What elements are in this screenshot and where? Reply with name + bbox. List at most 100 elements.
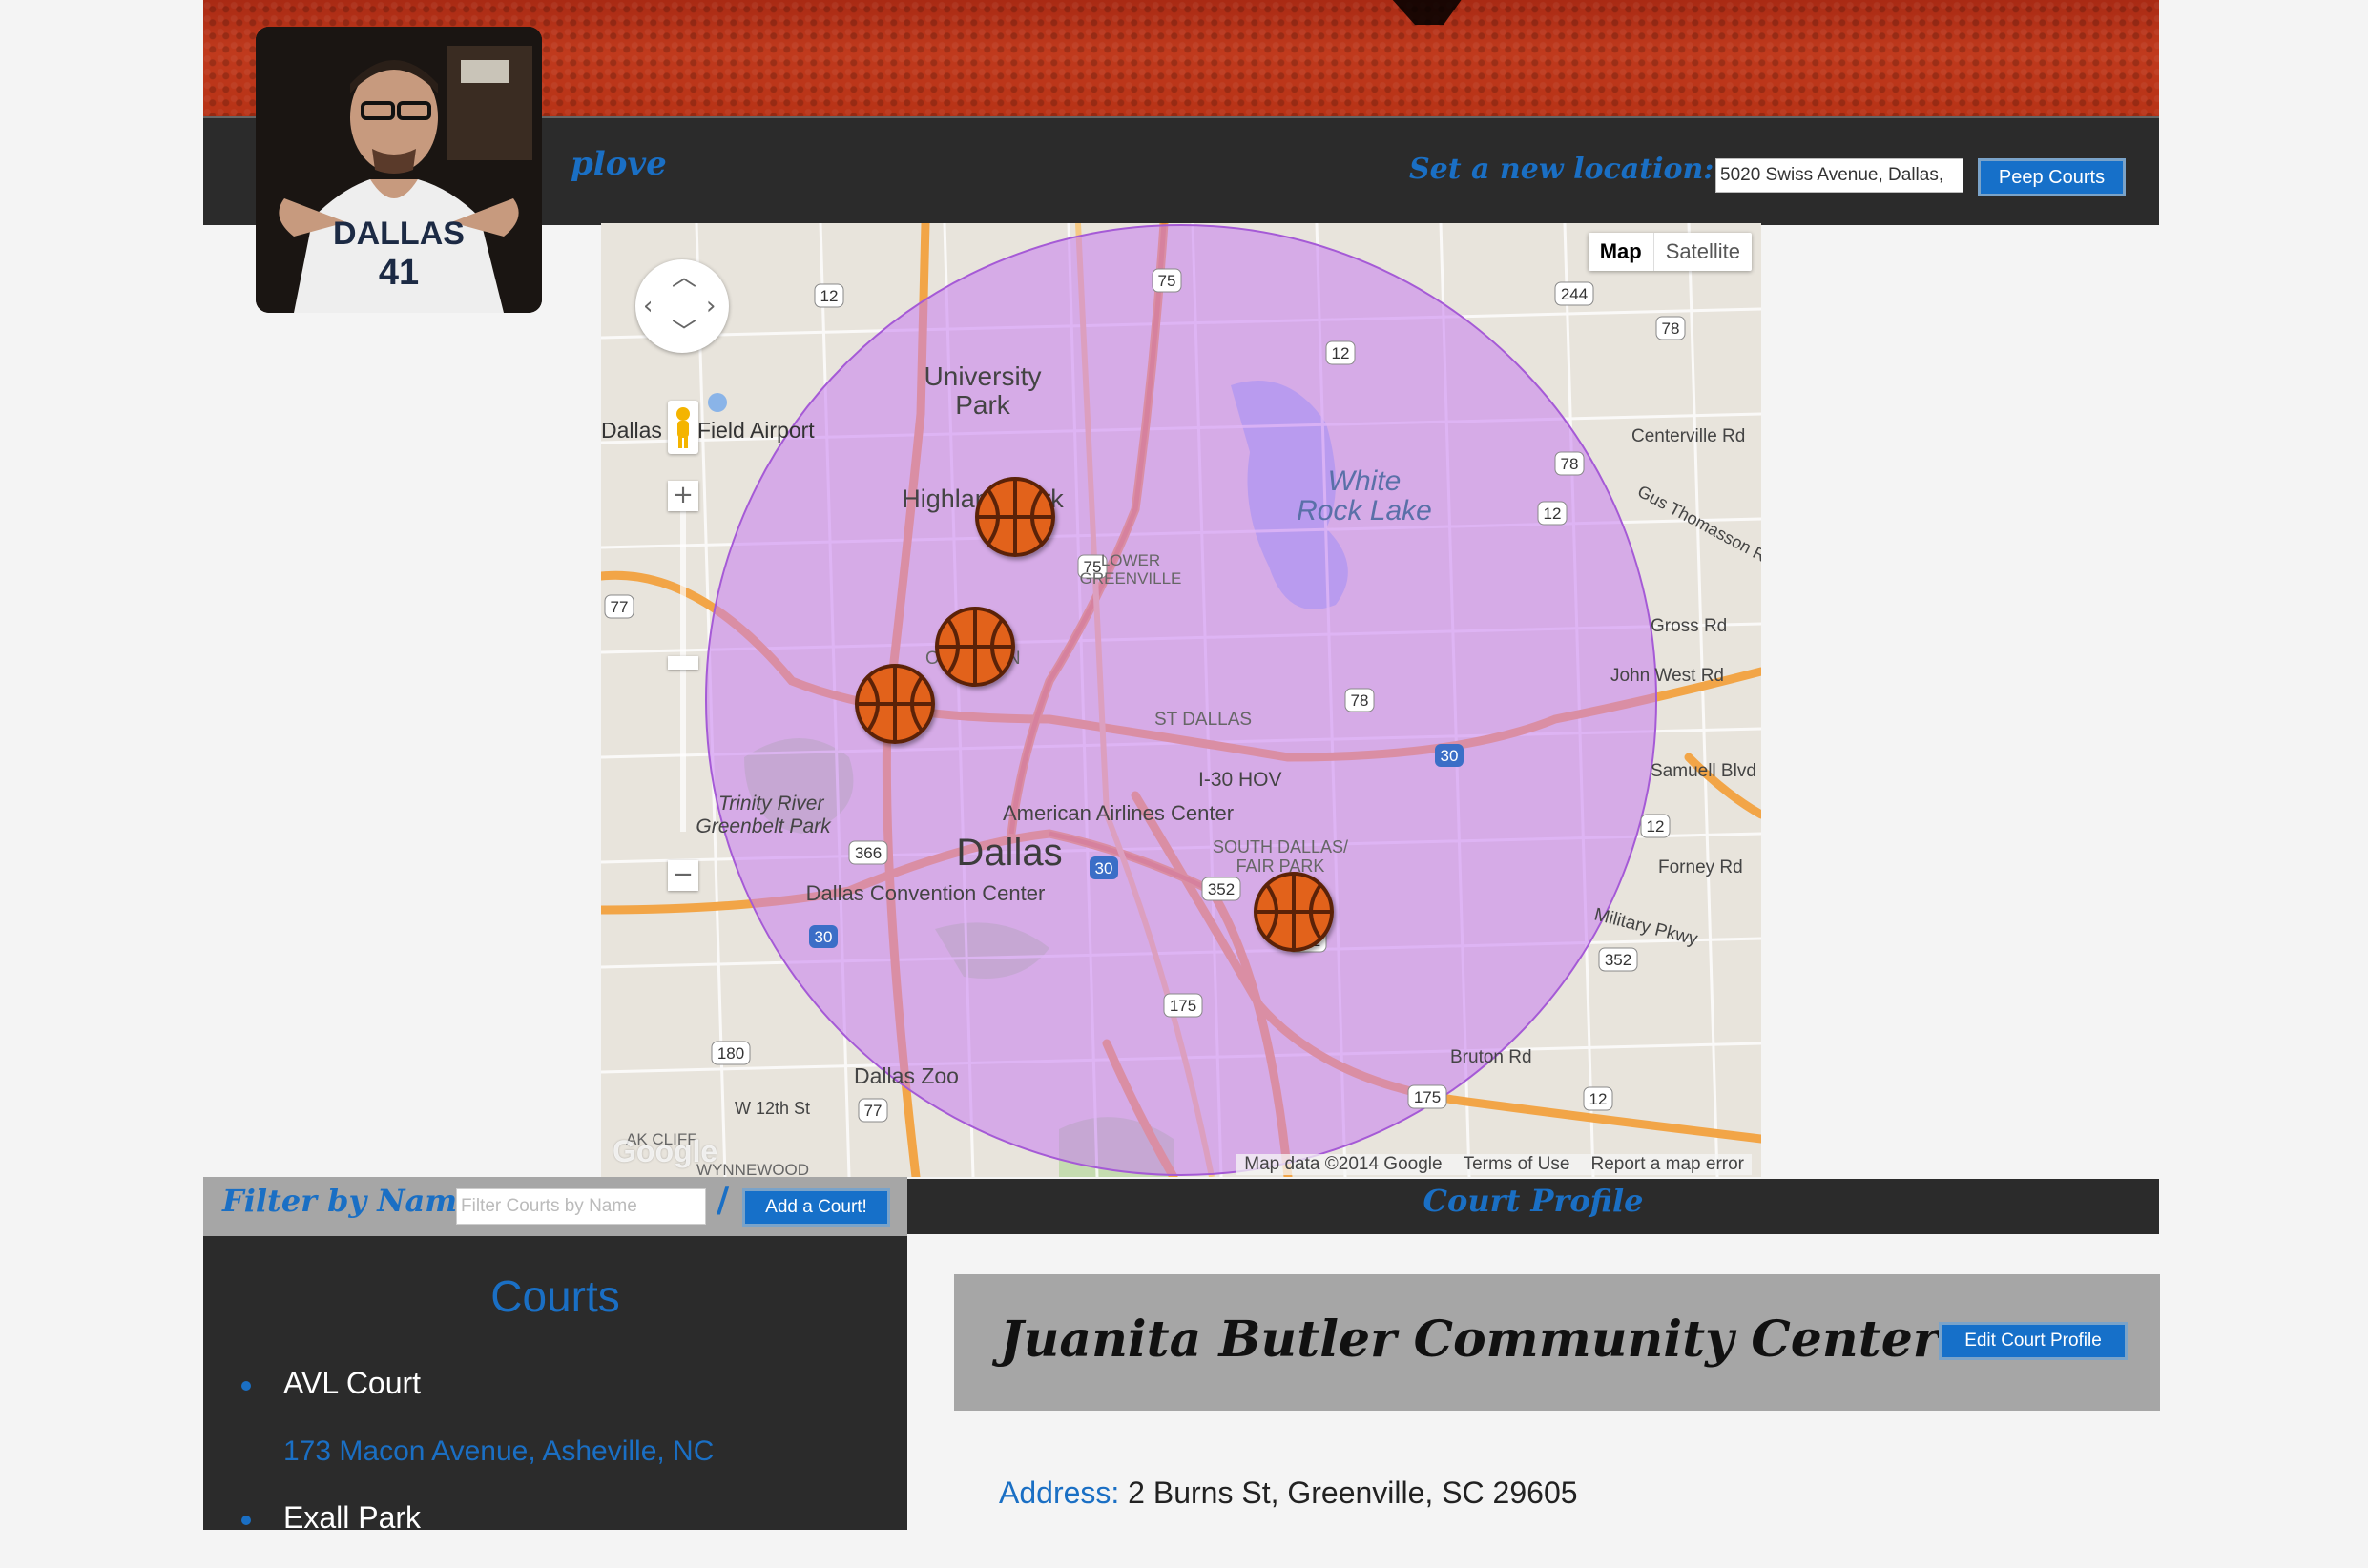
label-dallas: Dallas	[956, 832, 1062, 874]
zoom-in-icon[interactable]: +	[668, 481, 698, 511]
label-trinity-river: Trinity River	[718, 793, 824, 815]
bullet-icon	[241, 1516, 251, 1525]
pan-control[interactable]: ︿ ﹀ ‹ ›	[635, 259, 729, 353]
label-lower-greenville: LOWER	[1101, 551, 1160, 569]
pan-down-icon[interactable]: ﹀	[672, 320, 696, 345]
svg-text:12: 12	[1647, 817, 1665, 836]
basketball-icon	[1254, 872, 1334, 952]
svg-text:352: 352	[1208, 880, 1235, 898]
basketball-icon	[975, 477, 1055, 557]
location-input[interactable]	[1715, 158, 1963, 193]
svg-text:30: 30	[1095, 859, 1113, 877]
svg-text:12: 12	[1332, 344, 1350, 362]
basketball-icon	[855, 664, 935, 744]
map-attribution: Map data ©2014 Google	[1244, 1154, 1443, 1174]
username-link[interactable]: plove	[571, 145, 667, 183]
label-convention-center: Dallas Convention Center	[806, 881, 1046, 905]
label-east-dallas: ST DALLAS	[1154, 710, 1252, 730]
logo-mark	[1367, 0, 1482, 25]
svg-text:12: 12	[1589, 1090, 1608, 1108]
filter-bar: Filter by Name / Add a Court!	[203, 1177, 907, 1236]
basketball-icon	[935, 607, 1015, 687]
list-item[interactable]: AVL Court 173 Macon Avenue, Asheville, N…	[241, 1366, 714, 1468]
svg-text:175: 175	[1414, 1088, 1441, 1106]
svg-text:78: 78	[1561, 455, 1579, 473]
address-label: Address:	[999, 1475, 1120, 1510]
filter-courts-input[interactable]	[456, 1188, 706, 1225]
search-radius-circle	[705, 224, 1657, 1176]
svg-text:78: 78	[1351, 691, 1369, 710]
edit-court-profile-button[interactable]: Edit Court Profile	[1939, 1322, 2128, 1360]
svg-text:77: 77	[864, 1102, 883, 1120]
court-name[interactable]: AVL Court	[283, 1366, 714, 1401]
map-canvas[interactable]: 12 75 244 78 12 78 12 77 75 78 12 77 366…	[601, 223, 1761, 1177]
label-gross-rd: Gross Rd	[1651, 616, 1727, 636]
svg-text:Greenbelt Park: Greenbelt Park	[696, 815, 832, 837]
court-profile-card: Juanita Butler Community Center Edit Cou…	[954, 1274, 2160, 1411]
svg-text:12: 12	[1544, 505, 1562, 523]
add-court-button[interactable]: Add a Court!	[742, 1188, 890, 1227]
filter-label: Filter by Name	[222, 1183, 477, 1219]
label-centerville: Centerville Rd	[1631, 426, 1745, 446]
list-item[interactable]: Exall Park	[241, 1500, 714, 1536]
svg-text:352: 352	[1605, 951, 1631, 969]
avatar[interactable]: DALLAS 41	[256, 27, 542, 313]
map-type-map-button[interactable]: Map	[1589, 233, 1654, 271]
pan-left-icon[interactable]: ‹	[643, 294, 653, 319]
avatar-photo: DALLAS 41	[256, 27, 542, 313]
svg-text:77: 77	[611, 598, 629, 616]
court-marker[interactable]	[855, 664, 935, 744]
court-marker[interactable]	[1254, 872, 1334, 952]
svg-text:244: 244	[1561, 285, 1588, 303]
svg-text:175: 175	[1170, 997, 1196, 1015]
label-white-rock-lake: White	[1328, 465, 1402, 497]
courts-panel: Courts AVL Court 173 Macon Avenue, Ashev…	[203, 1236, 907, 1535]
label-forney: Forney Rd	[1658, 857, 1743, 877]
zoom-out-icon[interactable]: −	[668, 860, 698, 891]
label-i30-hov: I-30 HOV	[1198, 769, 1282, 791]
filter-separator: /	[717, 1181, 730, 1220]
terms-of-use-link[interactable]: Terms of Use	[1464, 1154, 1570, 1175]
map-footer: Map data ©2014 Google Terms of Use Repor…	[1236, 1154, 1752, 1175]
zoom-slider-handle[interactable]	[668, 656, 698, 670]
bullet-icon	[241, 1381, 251, 1391]
svg-text:180: 180	[717, 1044, 744, 1063]
report-map-error-link[interactable]: Report a map error	[1590, 1154, 1744, 1175]
court-map[interactable]: 12 75 244 78 12 78 12 77 75 78 12 77 366…	[601, 223, 1761, 1177]
svg-text:75: 75	[1158, 272, 1176, 290]
location-label: Set a new location:	[1409, 153, 1714, 186]
svg-text:Park: Park	[955, 390, 1011, 420]
svg-text:GREENVILLE: GREENVILLE	[1080, 569, 1182, 588]
map-type-satellite-button[interactable]: Satellite	[1654, 233, 1752, 271]
court-list: AVL Court 173 Macon Avenue, Asheville, N…	[241, 1366, 714, 1568]
svg-text:Rock Lake: Rock Lake	[1297, 495, 1432, 526]
label-bruton: Bruton Rd	[1450, 1047, 1532, 1067]
pan-up-icon[interactable]: ︿	[672, 265, 696, 290]
address-value: 2 Burns St, Greenville, SC 29605	[1128, 1475, 1578, 1510]
label-samuell: Samuell Blvd	[1651, 761, 1756, 781]
court-name[interactable]: Exall Park	[283, 1500, 714, 1536]
court-name-heading: Juanita Butler Community Center	[1000, 1310, 1940, 1369]
court-marker[interactable]	[935, 607, 1015, 687]
svg-text:78: 78	[1662, 320, 1680, 338]
court-address-line: Address: 2 Burns St, Greenville, SC 2960…	[999, 1475, 1578, 1511]
pan-right-icon[interactable]: ›	[706, 294, 716, 319]
peep-courts-button[interactable]: Peep Courts	[1978, 158, 2126, 196]
courts-title: Courts	[490, 1271, 620, 1321]
svg-text:DALLAS: DALLAS	[333, 216, 465, 252]
airport-icon	[708, 393, 727, 412]
google-logo: Google	[613, 1134, 718, 1168]
svg-text:41: 41	[379, 253, 419, 293]
svg-text:366: 366	[855, 844, 882, 862]
label-w-12th: W 12th St	[735, 1099, 810, 1118]
pegman-icon-graphic	[676, 407, 690, 448]
court-profile-bar: Court Profile	[907, 1179, 2159, 1234]
label-love-field: Dallas ve Field Airport	[601, 418, 815, 443]
svg-text:30: 30	[1441, 747, 1459, 765]
court-profile-title: Court Profile	[1423, 1183, 1644, 1219]
street-view-pegman-icon[interactable]	[668, 401, 698, 454]
svg-text:30: 30	[815, 928, 833, 946]
svg-text:12: 12	[820, 287, 839, 305]
map-type-control: Map Satellite	[1588, 233, 1752, 271]
court-marker[interactable]	[975, 477, 1055, 557]
